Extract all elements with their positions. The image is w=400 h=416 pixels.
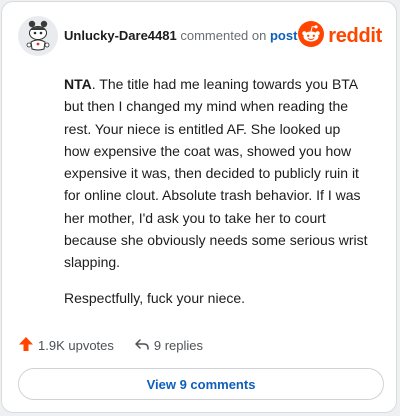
reddit-wordmark: reddit — [328, 24, 382, 47]
comment-paragraph: NTA. The title had me leaning towards yo… — [64, 73, 369, 274]
view-comments-button[interactable]: View 9 comments — [18, 368, 384, 400]
comment-lead: NTA — [64, 76, 92, 92]
username-link[interactable]: Unlucky-Dare4481 — [64, 28, 177, 43]
reply-arrow-icon — [134, 336, 150, 355]
comment-header: Unlucky-Dare4481 commented on post reddi — [18, 16, 382, 56]
author-line: Unlucky-Dare4481 commented on post — [64, 28, 297, 44]
reddit-brand[interactable]: reddit — [298, 20, 382, 52]
comment-actions: 1.9K upvotes 9 replies — [18, 335, 203, 355]
comment-card: Unlucky-Dare4481 commented on post reddi — [1, 1, 397, 413]
upvote-count: 1.9K upvotes — [38, 337, 114, 353]
comment-paragraph-2: Respectfully, fuck your niece. — [64, 289, 246, 306]
comment-body: NTA. The title had me leaning towards yo… — [64, 73, 369, 322]
snoo-avatar-icon[interactable] — [18, 16, 58, 56]
commented-on-text: commented on — [180, 28, 267, 43]
upvote-button[interactable]: 1.9K upvotes — [18, 336, 114, 355]
replies-button[interactable]: 9 replies — [134, 336, 203, 355]
reply-count: 9 replies — [153, 337, 204, 353]
comment-paragraph-text: . The title had me leaning towards you B… — [64, 76, 368, 271]
reddit-logo-icon — [298, 20, 325, 52]
post-link[interactable]: post — [270, 28, 297, 43]
upvote-arrow-icon — [18, 336, 34, 355]
